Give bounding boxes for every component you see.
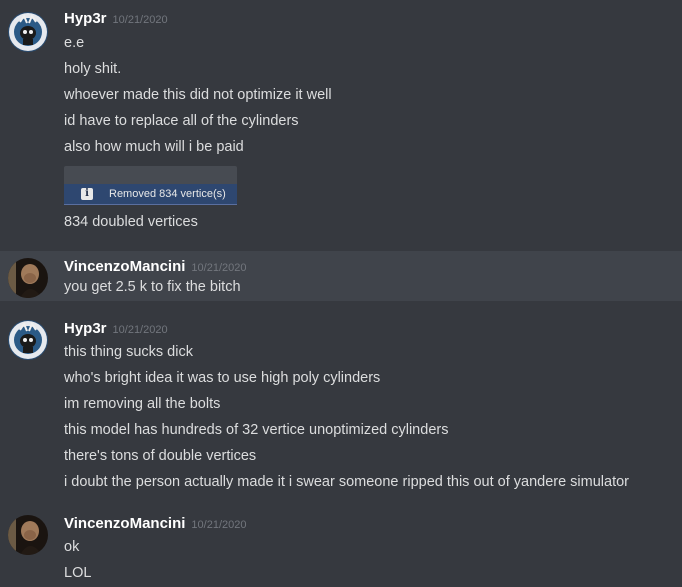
message-text: this model has hundreds of 32 vertice un…	[64, 422, 449, 438]
image-attachment[interactable]: i Removed 834 vertice(s)	[64, 184, 237, 205]
portrait-avatar[interactable]	[8, 258, 48, 298]
portrait-avatar[interactable]	[8, 515, 48, 555]
username[interactable]: Hyp3r	[64, 10, 107, 27]
timestamp: 10/21/2020	[191, 262, 247, 274]
message-header: Hyp3r 10/21/2020	[64, 10, 168, 28]
timestamp: 10/21/2020	[191, 519, 247, 531]
message-header: VincenzoMancini 10/21/2020	[64, 515, 246, 533]
username[interactable]: VincenzoMancini	[64, 515, 185, 532]
timestamp: 10/21/2020	[112, 14, 168, 26]
skull-avatar[interactable]	[8, 320, 48, 360]
message-text: you get 2.5 k to fix the bitch	[64, 279, 241, 295]
message-text: ok	[64, 539, 80, 555]
message-text: e.e	[64, 35, 85, 51]
message-text: id have to replace all of the cylinders	[64, 113, 299, 129]
message-text: im removing all the bolts	[64, 396, 221, 412]
message-text: i doubt the person actually made it i sw…	[64, 474, 630, 490]
message-text: also how much will i be paid	[64, 139, 244, 155]
skull-avatar[interactable]	[8, 12, 48, 52]
message-text: who's bright idea it was to use high pol…	[64, 370, 381, 386]
message-text: this thing sucks dick	[64, 344, 193, 360]
chat-message-list: Hyp3r 10/21/2020 e.e holy shit. whoever m…	[0, 0, 682, 587]
message-group-highlighted: VincenzoMancini 10/21/2020 you get 2.5 k …	[0, 251, 682, 301]
info-icon: i	[81, 188, 93, 200]
username[interactable]: Hyp3r	[64, 320, 107, 337]
image-attachment-header	[64, 166, 237, 184]
message-text: whoever made this did not optimize it we…	[64, 87, 332, 103]
message-header: Hyp3r 10/21/2020	[64, 320, 168, 338]
message-text: LOL	[64, 565, 92, 581]
message-group: Hyp3r 10/21/2020 e.e holy shit. whoever m…	[0, 0, 682, 250]
message-text: there's tons of double vertices	[64, 448, 257, 464]
message-text: 834 doubled vertices	[64, 214, 198, 230]
timestamp: 10/21/2020	[112, 324, 168, 336]
message-text: holy shit.	[64, 61, 122, 77]
username[interactable]: VincenzoMancini	[64, 258, 185, 275]
attachment-text: Removed 834 vertice(s)	[109, 188, 226, 200]
message-group: Hyp3r 10/21/2020 this thing sucks dick wh…	[0, 310, 682, 500]
message-header: VincenzoMancini 10/21/2020	[64, 258, 246, 276]
message-group: VincenzoMancini 10/21/2020 ok LOL	[0, 505, 682, 587]
